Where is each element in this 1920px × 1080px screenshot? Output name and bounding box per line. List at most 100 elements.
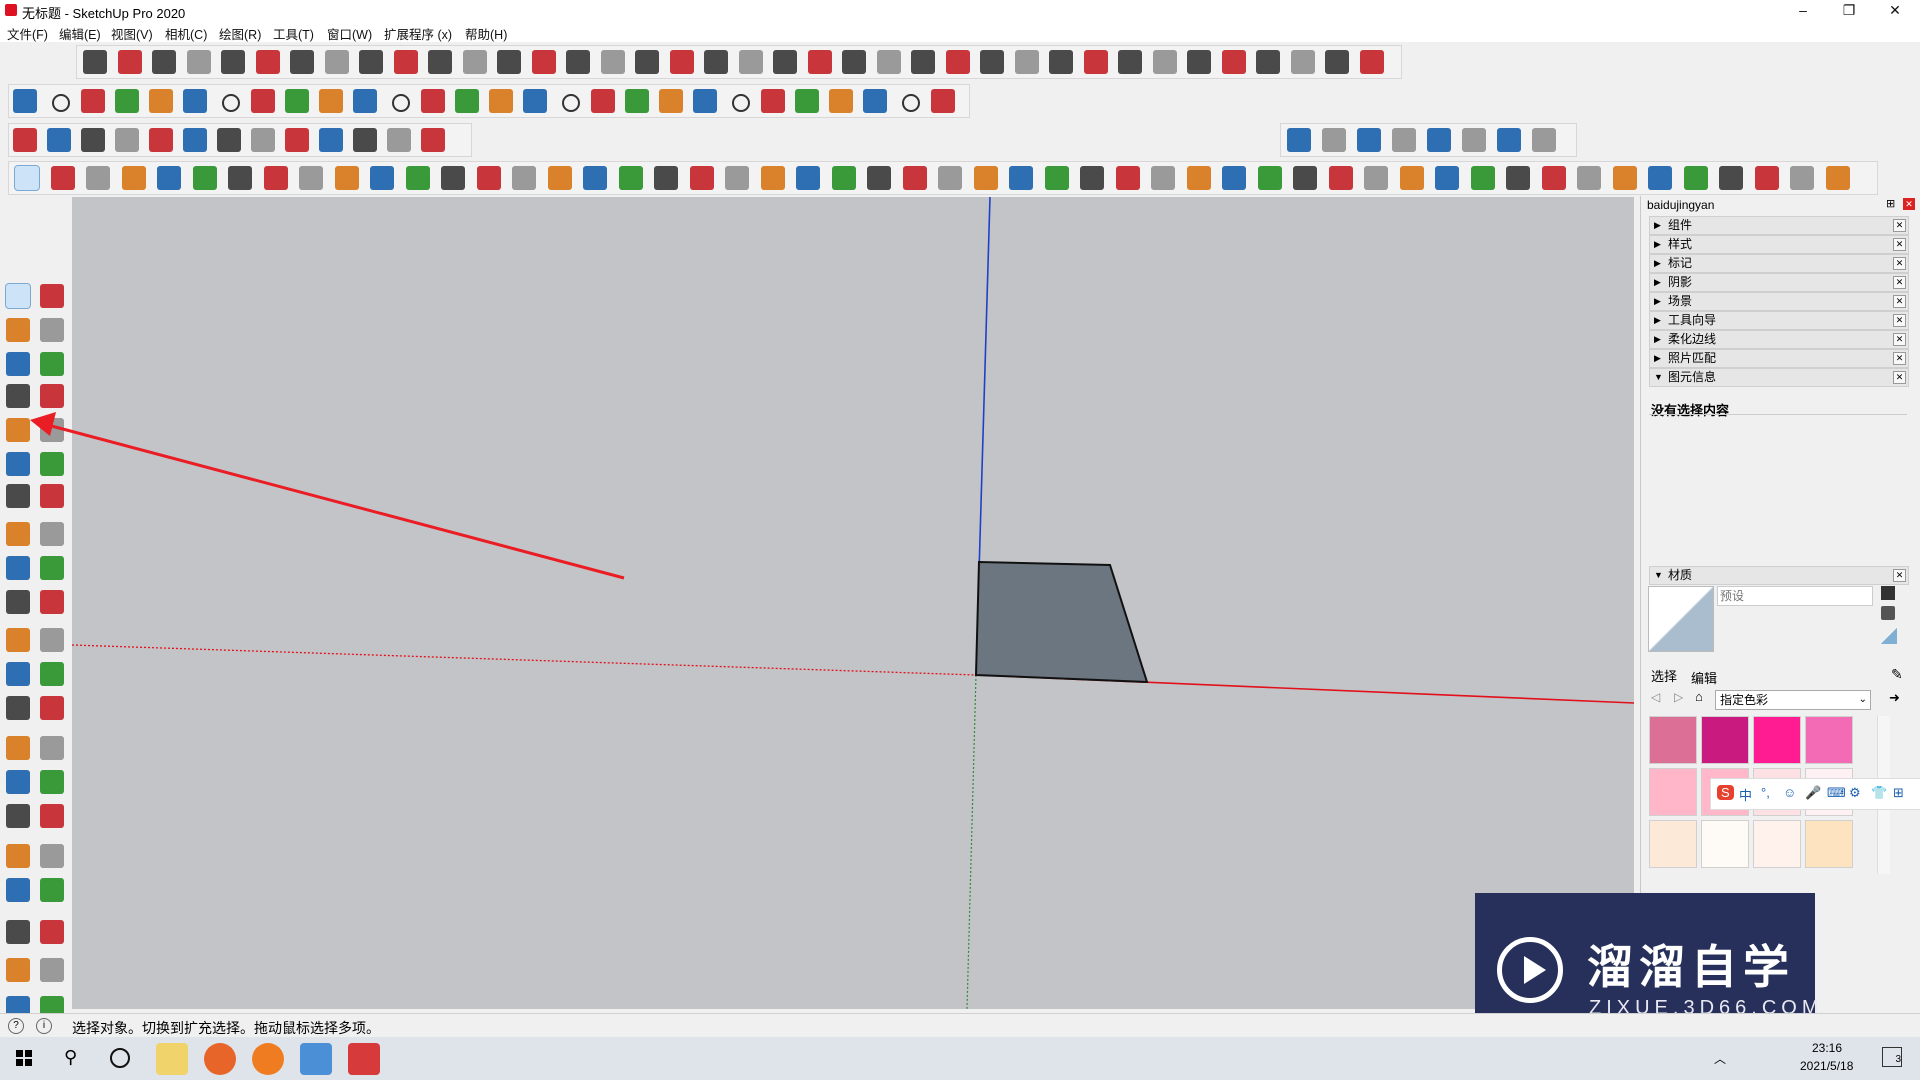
- ime-button[interactable]: ⌨: [1827, 785, 1846, 801]
- material-library-select[interactable]: 指定色彩 ⌄: [1715, 690, 1871, 710]
- ime-button[interactable]: 中: [1739, 785, 1752, 804]
- section-materials[interactable]: ▼ 材质 ✕: [1649, 566, 1909, 585]
- tray-section[interactable]: ▶ 组件 ✕: [1649, 216, 1909, 235]
- expand-arrow-icon: ▶: [1654, 296, 1661, 306]
- clock-date[interactable]: 2021/5/18: [1800, 1059, 1853, 1073]
- tray-title: baidujingyan: [1647, 198, 1715, 212]
- section-label: 场景: [1668, 294, 1693, 308]
- material-swatch[interactable]: [1753, 716, 1801, 764]
- pin-icon[interactable]: ⊞: [1886, 197, 1895, 210]
- home-icon[interactable]: ⌂: [1695, 689, 1703, 704]
- library-value: 指定色彩: [1720, 693, 1769, 707]
- annotation-arrow-head: [30, 412, 56, 436]
- material-swatch[interactable]: [1805, 716, 1853, 764]
- annotation-arrow-line: [43, 422, 625, 580]
- section-label: 柔化边线: [1668, 332, 1717, 346]
- expand-arrow-icon: ▶: [1654, 353, 1661, 363]
- material-swatch[interactable]: [1649, 716, 1697, 764]
- material-swatch[interactable]: [1649, 768, 1697, 816]
- close-icon[interactable]: ✕: [1893, 314, 1906, 327]
- chevron-down-icon: ⌄: [1858, 694, 1867, 705]
- ime-button[interactable]: °,: [1761, 785, 1770, 800]
- material-swatch[interactable]: [1649, 820, 1697, 868]
- expand-arrow-icon: ▶: [1654, 315, 1661, 325]
- section-label: 样式: [1668, 237, 1693, 251]
- watermark-title: 溜溜自学: [1587, 940, 1795, 994]
- ime-button[interactable]: 🎤: [1805, 785, 1821, 801]
- forward-icon[interactable]: ▷: [1674, 690, 1683, 704]
- tray-section[interactable]: ▼ 图元信息 ✕: [1649, 368, 1909, 387]
- taskbar-app-explorer[interactable]: [300, 1043, 332, 1075]
- display-secondary-icon[interactable]: [1881, 586, 1895, 600]
- tray-chevron-up-icon[interactable]: ︿: [1714, 1050, 1726, 1067]
- taskbar-app-firefox[interactable]: [204, 1043, 236, 1075]
- expand-arrow-icon: ▶: [1654, 220, 1661, 230]
- taskbar-app-sketchup[interactable]: [348, 1043, 380, 1075]
- status-text: 选择对象。切换到扩充选择。拖动鼠标选择多项。: [72, 1020, 380, 1036]
- close-icon[interactable]: ✕: [1893, 333, 1906, 346]
- geo-location-icon[interactable]: ?: [8, 1018, 24, 1034]
- close-icon[interactable]: ✕: [1893, 371, 1906, 384]
- create-material-icon[interactable]: [1881, 606, 1895, 620]
- details-arrow-icon[interactable]: ➜: [1889, 690, 1900, 706]
- ime-button[interactable]: 👕: [1871, 785, 1887, 801]
- default-material-icon[interactable]: [1881, 628, 1897, 644]
- material-name-input[interactable]: [1717, 586, 1873, 606]
- close-icon[interactable]: ✕: [1893, 238, 1906, 251]
- search-icon[interactable]: ⚲: [64, 1047, 77, 1068]
- expand-arrow-icon: ▶: [1654, 239, 1661, 249]
- section-label: 阴影: [1668, 275, 1693, 289]
- tab-select[interactable]: 选择: [1651, 666, 1677, 685]
- section-label: 照片匹配: [1668, 351, 1717, 365]
- tray-section[interactable]: ▶ 场景 ✕: [1649, 292, 1909, 311]
- tray-section[interactable]: ▶ 标记 ✕: [1649, 254, 1909, 273]
- ime-button[interactable]: ☺: [1783, 785, 1796, 800]
- divider: [1649, 414, 1907, 415]
- section-label: 工具向导: [1668, 313, 1717, 327]
- play-logo-icon: [1497, 937, 1563, 1003]
- close-icon[interactable]: ✕: [1893, 219, 1906, 232]
- tray-section[interactable]: ▶ 工具向导 ✕: [1649, 311, 1909, 330]
- windows-start-icon[interactable]: [16, 1050, 32, 1066]
- clock-time[interactable]: 23:16: [1812, 1041, 1842, 1055]
- section-label: 组件: [1668, 218, 1693, 232]
- collapse-arrow-icon: ▼: [1654, 372, 1663, 382]
- notification-count: 3: [1895, 1054, 1901, 1065]
- ime-toolbar: S 中 °, ☺ 🎤 ⌨ ⚙ 👕 ⊞: [1710, 778, 1920, 810]
- ime-button[interactable]: ⚙: [1849, 785, 1861, 801]
- close-icon[interactable]: ✕: [1893, 257, 1906, 270]
- close-icon[interactable]: ✕: [1893, 352, 1906, 365]
- taskbar-app-folder[interactable]: [156, 1043, 188, 1075]
- tab-edit[interactable]: 编辑: [1691, 668, 1717, 687]
- notification-icon[interactable]: 3: [1882, 1047, 1902, 1067]
- close-icon[interactable]: ✕: [1893, 569, 1906, 582]
- tray-close-icon[interactable]: ✕: [1903, 198, 1915, 210]
- material-swatch[interactable]: [1701, 820, 1749, 868]
- taskbar-app-browser[interactable]: [252, 1043, 284, 1075]
- tray-section[interactable]: ▶ 柔化边线 ✕: [1649, 330, 1909, 349]
- expand-arrow-icon: ▶: [1654, 258, 1661, 268]
- eyedropper-icon[interactable]: ✎: [1891, 666, 1903, 683]
- material-swatch[interactable]: [1753, 820, 1801, 868]
- back-icon[interactable]: ◁: [1651, 690, 1660, 704]
- section-label: 图元信息: [1668, 370, 1717, 384]
- section-label: 材质: [1668, 568, 1693, 582]
- expand-arrow-icon: ▶: [1654, 334, 1661, 344]
- tray-section[interactable]: ▶ 阴影 ✕: [1649, 273, 1909, 292]
- expand-arrow-icon: ▶: [1654, 277, 1661, 287]
- close-icon[interactable]: ✕: [1893, 276, 1906, 289]
- material-preview: [1648, 586, 1714, 652]
- ime-button[interactable]: ⊞: [1893, 785, 1904, 801]
- material-swatch[interactable]: [1701, 716, 1749, 764]
- task-view-icon[interactable]: [110, 1048, 130, 1068]
- info-icon[interactable]: i: [36, 1018, 52, 1034]
- section-label: 标记: [1668, 256, 1693, 270]
- tray-section[interactable]: ▶ 照片匹配 ✕: [1649, 349, 1909, 368]
- ime-button[interactable]: S: [1717, 785, 1734, 800]
- windows-taskbar: ⚲ ︿ 23:16 2021/5/18 3: [0, 1037, 1920, 1080]
- close-icon[interactable]: ✕: [1893, 295, 1906, 308]
- material-swatch[interactable]: [1805, 820, 1853, 868]
- tray-section[interactable]: ▶ 样式 ✕: [1649, 235, 1909, 254]
- status-bar: ? i 选择对象。切换到扩充选择。拖动鼠标选择多项。: [0, 1013, 1920, 1038]
- expand-arrow-icon: ▼: [1654, 570, 1663, 580]
